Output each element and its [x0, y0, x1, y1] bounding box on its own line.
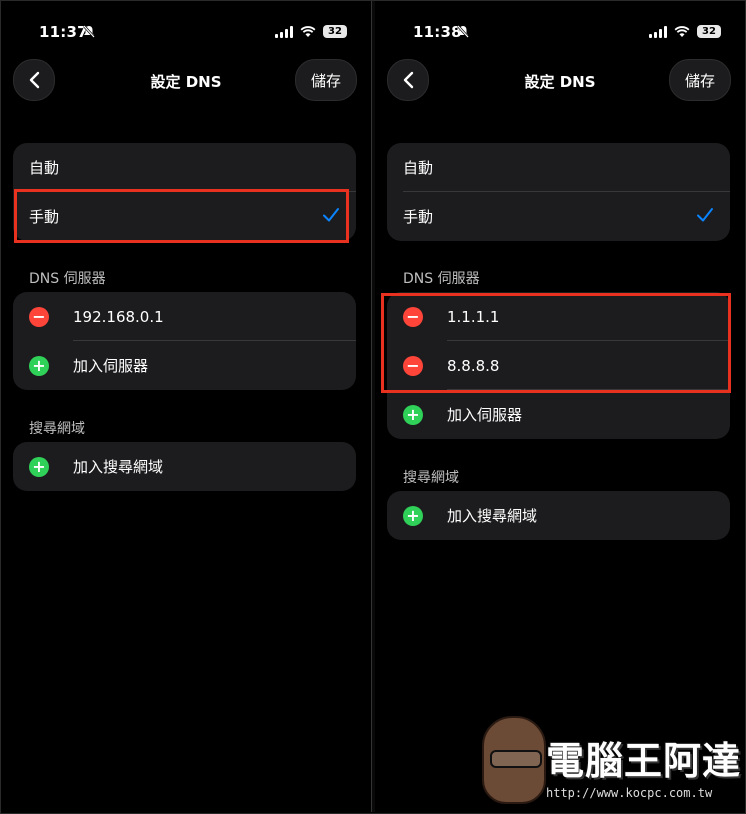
- silent-bell-icon: [83, 25, 95, 42]
- watermark-text: 電腦王阿達: [546, 738, 742, 783]
- status-time: 11:38: [413, 23, 462, 41]
- mode-option-manual[interactable]: 手動: [387, 192, 730, 241]
- search-domains-card: + 加入搜尋網域: [387, 491, 730, 540]
- watermark-url: http://www.kocpc.com.tw: [546, 786, 713, 800]
- mode-option-label: 自動: [403, 159, 434, 177]
- left-phone-screen: 11:37 32 設定 DNS 儲存 自動 手動 DNS 伺服器 − 192.1…: [1, 1, 371, 812]
- status-indicators: 32: [275, 25, 347, 38]
- save-button[interactable]: 儲存: [669, 59, 731, 101]
- dns-servers-section-title: DNS 伺服器: [29, 271, 106, 287]
- add-icon: +: [403, 404, 423, 425]
- add-icon: +: [403, 505, 423, 526]
- save-button[interactable]: 儲存: [295, 59, 357, 101]
- dns-servers-card: − 192.168.0.1 + 加入伺服器: [13, 292, 356, 390]
- add-search-domain-label: 加入搜尋網域: [447, 507, 538, 525]
- add-server-row[interactable]: + 加入伺服器: [387, 390, 730, 439]
- dns-server-row: − 192.168.0.1: [13, 292, 356, 341]
- wifi-icon: [674, 25, 690, 38]
- mode-option-automatic[interactable]: 自動: [387, 143, 730, 192]
- dns-server-address[interactable]: 192.168.0.1: [73, 308, 164, 326]
- dns-servers-section-title: DNS 伺服器: [403, 271, 480, 287]
- remove-server-icon[interactable]: −: [29, 306, 49, 327]
- add-search-domain-row[interactable]: + 加入搜尋網域: [387, 491, 730, 540]
- battery-icon: 32: [323, 25, 347, 38]
- add-server-row[interactable]: + 加入伺服器: [13, 341, 356, 390]
- add-search-domain-label: 加入搜尋網域: [73, 458, 164, 476]
- mode-option-automatic[interactable]: 自動: [13, 143, 356, 192]
- mascot-logo: [482, 716, 546, 804]
- right-phone-screen: 11:38 32 設定 DNS 儲存 自動 手動 DNS 伺服器 − 1.1.1…: [375, 1, 745, 812]
- search-domains-section-title: 搜尋網域: [403, 470, 459, 486]
- status-indicators: 32: [649, 25, 721, 38]
- search-domains-card: + 加入搜尋網域: [13, 442, 356, 491]
- add-server-label: 加入伺服器: [73, 357, 149, 375]
- add-icon: +: [29, 355, 49, 376]
- add-search-domain-row[interactable]: + 加入搜尋網域: [13, 442, 356, 491]
- highlight-box-manual: [14, 189, 349, 243]
- checkmark-icon: [697, 208, 713, 222]
- add-icon: +: [29, 456, 49, 477]
- cellular-signal-icon: [649, 25, 667, 38]
- mode-option-label: 自動: [29, 159, 60, 177]
- glasses-graphic: [490, 750, 542, 768]
- add-server-label: 加入伺服器: [447, 406, 523, 424]
- wifi-icon: [300, 25, 316, 38]
- highlight-box-dns-servers: [381, 293, 731, 393]
- silent-bell-icon: [457, 25, 469, 42]
- mode-selector-card: 自動 手動: [387, 143, 730, 241]
- battery-icon: 32: [697, 25, 721, 38]
- watermark: 電腦王阿達 http://www.kocpc.com.tw: [482, 716, 742, 808]
- mode-option-label: 手動: [403, 208, 434, 226]
- status-time: 11:37: [39, 23, 88, 41]
- search-domains-section-title: 搜尋網域: [29, 421, 85, 437]
- cellular-signal-icon: [275, 25, 293, 38]
